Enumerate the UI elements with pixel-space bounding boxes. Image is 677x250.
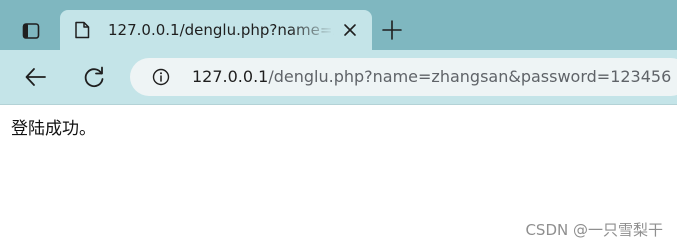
close-icon[interactable] <box>342 22 358 38</box>
document-icon <box>75 21 90 39</box>
back-arrow-icon[interactable] <box>22 63 50 91</box>
tab-title: 127.0.0.1/denglu.php?name=zhangsan&passw… <box>108 21 334 39</box>
browser-toolbar: 127.0.0.1/denglu.php?name=zhangsan&passw… <box>0 50 677 105</box>
info-icon[interactable] <box>152 68 170 86</box>
url-path: /denglu.php?name=zhangsan&password=12345… <box>268 67 672 86</box>
tab-actions-button[interactable] <box>10 12 52 50</box>
url-text[interactable]: 127.0.0.1/denglu.php?name=zhangsan&passw… <box>192 67 677 87</box>
address-bar[interactable]: 127.0.0.1/denglu.php?name=zhangsan&passw… <box>130 58 677 96</box>
reload-icon[interactable] <box>80 63 108 91</box>
url-host: 127.0.0.1 <box>192 67 269 86</box>
plus-icon[interactable] <box>380 18 404 42</box>
tab-strip: 127.0.0.1/denglu.php?name=zhangsan&passw… <box>0 0 677 50</box>
active-tab[interactable]: 127.0.0.1/denglu.php?name=zhangsan&passw… <box>60 10 372 50</box>
tab-actions-icon <box>22 23 40 39</box>
login-success-message: 登陆成功。 <box>11 119 96 139</box>
csdn-watermark: CSDN @一只雪梨干 <box>525 221 663 239</box>
